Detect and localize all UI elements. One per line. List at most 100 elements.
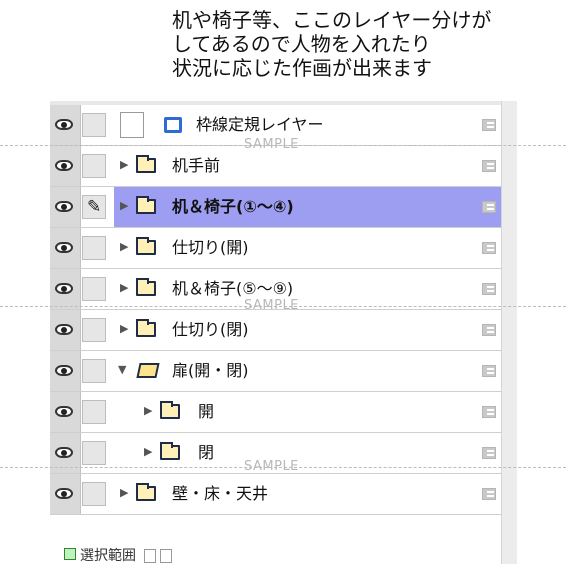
visibility-toggle[interactable] (50, 146, 81, 186)
visibility-toggle[interactable] (50, 269, 81, 309)
layer-name-area[interactable]: ▶ 仕切り(閉) (114, 310, 502, 350)
layer-label: 机＆椅子(⑤〜⑨) (172, 279, 294, 298)
expand-arrow-icon[interactable]: ▶ (120, 159, 128, 171)
layer-row-folder[interactable]: ▶ 机手前 (50, 146, 502, 187)
edit-target-toggle[interactable] (82, 236, 106, 260)
layer-name-area[interactable]: ▶ 仕切り(開) (114, 228, 502, 268)
folder-icon (136, 319, 156, 337)
layer-panel: 枠線定規レイヤー ▶ 机手前 ✎ ▶ 机＆椅子(①〜④) ▶ 仕切り(開) ▶ … (50, 101, 517, 564)
eye-icon[interactable] (55, 160, 73, 171)
folder-icon (160, 442, 180, 460)
layer-label: 仕切り(閉) (172, 320, 249, 339)
folder-icon (136, 196, 156, 214)
caption-line-1: 机や椅子等、ここのレイヤー分けが (172, 8, 492, 32)
folder-open-icon (136, 363, 160, 378)
selection-layer-row[interactable]: 選択範囲 (50, 545, 502, 564)
folder-icon (136, 278, 156, 296)
mask-icon (482, 283, 496, 295)
layer-label: 閉 (198, 443, 215, 462)
layer-label: 机＆椅子(①〜④) (172, 197, 294, 216)
layer-label: 机手前 (172, 156, 221, 175)
layer-label: 枠線定規レイヤー (196, 115, 324, 134)
layer-name-area[interactable]: ▶ 机手前 (114, 146, 502, 186)
visibility-toggle[interactable] (50, 187, 81, 227)
expand-arrow-icon[interactable]: ▶ (120, 487, 128, 499)
caption-line-2: してあるので人物を入れたり (172, 32, 431, 56)
eye-icon[interactable] (55, 324, 73, 335)
mask-icon (482, 242, 496, 254)
layer-option-icon (144, 549, 157, 563)
layer-name-area[interactable]: ▶ 開 (114, 392, 502, 432)
eye-icon[interactable] (55, 201, 73, 212)
expand-arrow-icon[interactable]: ▶ (120, 200, 128, 212)
folder-icon (136, 237, 156, 255)
expand-arrow-icon[interactable]: ▶ (144, 446, 152, 458)
visibility-toggle[interactable] (50, 105, 81, 145)
selection-layer-label: 選択範囲 (80, 548, 136, 564)
expand-arrow-icon[interactable]: ▶ (144, 405, 152, 417)
visibility-toggle[interactable] (50, 228, 81, 268)
layer-row-folder-selected[interactable]: ✎ ▶ 机＆椅子(①〜④) (50, 187, 502, 228)
layer-option-icon (160, 549, 173, 563)
collapse-arrow-icon[interactable]: ▼ (118, 364, 126, 376)
layer-row-folder[interactable]: ▶ 壁・床・天井 (50, 474, 502, 515)
layer-label: 仕切り(開) (172, 238, 249, 257)
expand-arrow-icon[interactable]: ▶ (120, 241, 128, 253)
frame-ruler-icon (164, 117, 182, 133)
watermark-text: SAMPLE (244, 137, 299, 152)
layer-label: 壁・床・天井 (172, 484, 269, 503)
edit-target-toggle[interactable] (82, 154, 106, 178)
eye-icon[interactable] (55, 283, 73, 294)
watermark-text: SAMPLE (244, 298, 299, 313)
folder-icon (160, 401, 180, 419)
mask-icon (482, 324, 496, 336)
edit-target-toggle[interactable] (82, 359, 106, 383)
layer-label: 扉(開・閉) (172, 361, 249, 380)
layer-name-area[interactable]: 枠線定規レイヤー (114, 105, 502, 145)
caption-line-3: 状況に応じた作画が出来ます (172, 56, 432, 80)
mask-icon (482, 406, 496, 418)
layer-label: 開 (198, 402, 215, 421)
edit-target-toggle[interactable] (82, 400, 106, 424)
visibility-toggle[interactable] (50, 474, 81, 514)
visibility-toggle[interactable] (50, 392, 81, 432)
folder-icon (136, 155, 156, 173)
layer-thumbnail (120, 112, 144, 138)
folder-icon (136, 483, 156, 501)
edit-target-toggle[interactable]: ✎ (82, 195, 106, 219)
mask-icon (482, 447, 496, 459)
visibility-check-icon[interactable] (64, 548, 76, 560)
visibility-toggle[interactable] (50, 351, 81, 391)
layer-name-area[interactable]: ▶ 机＆椅子(①〜④) (114, 187, 502, 227)
expand-arrow-icon[interactable]: ▶ (120, 282, 128, 294)
watermark-text: SAMPLE (244, 459, 299, 474)
scrollbar[interactable] (501, 101, 517, 564)
edit-target-toggle[interactable] (82, 277, 106, 301)
expand-arrow-icon[interactable]: ▶ (120, 323, 128, 335)
layer-row-folder-expanded[interactable]: ▼ 扉(開・閉) (50, 351, 502, 392)
layer-row-subfolder[interactable]: ▶ 開 (50, 392, 502, 433)
layer-name-area[interactable]: ▼ 扉(開・閉) (114, 351, 502, 391)
mask-icon (482, 365, 496, 377)
eye-icon[interactable] (55, 447, 73, 458)
layer-name-area[interactable]: ▶ 机＆椅子(⑤〜⑨) (114, 269, 502, 309)
caption: 机や椅子等、ここのレイヤー分けが してあるので人物を入れたり 状況に応じた作画が… (172, 8, 562, 80)
edit-target-toggle[interactable] (82, 441, 106, 465)
layer-row-folder[interactable]: ▶ 仕切り(開) (50, 228, 502, 269)
edit-target-toggle[interactable] (82, 318, 106, 342)
eye-icon[interactable] (55, 365, 73, 376)
eye-icon[interactable] (55, 488, 73, 499)
mask-icon (482, 160, 496, 172)
eye-icon[interactable] (55, 406, 73, 417)
edit-target-toggle[interactable] (82, 482, 106, 506)
eye-icon[interactable] (55, 119, 73, 130)
mask-icon (482, 201, 496, 213)
pen-icon: ✎ (87, 197, 102, 217)
layer-row-folder[interactable]: ▶ 仕切り(閉) (50, 310, 502, 351)
visibility-toggle[interactable] (50, 310, 81, 350)
mask-icon (482, 488, 496, 500)
edit-target-toggle[interactable] (82, 113, 106, 137)
eye-icon[interactable] (55, 242, 73, 253)
mask-icon (482, 119, 496, 131)
layer-name-area[interactable]: ▶ 壁・床・天井 (114, 474, 502, 514)
